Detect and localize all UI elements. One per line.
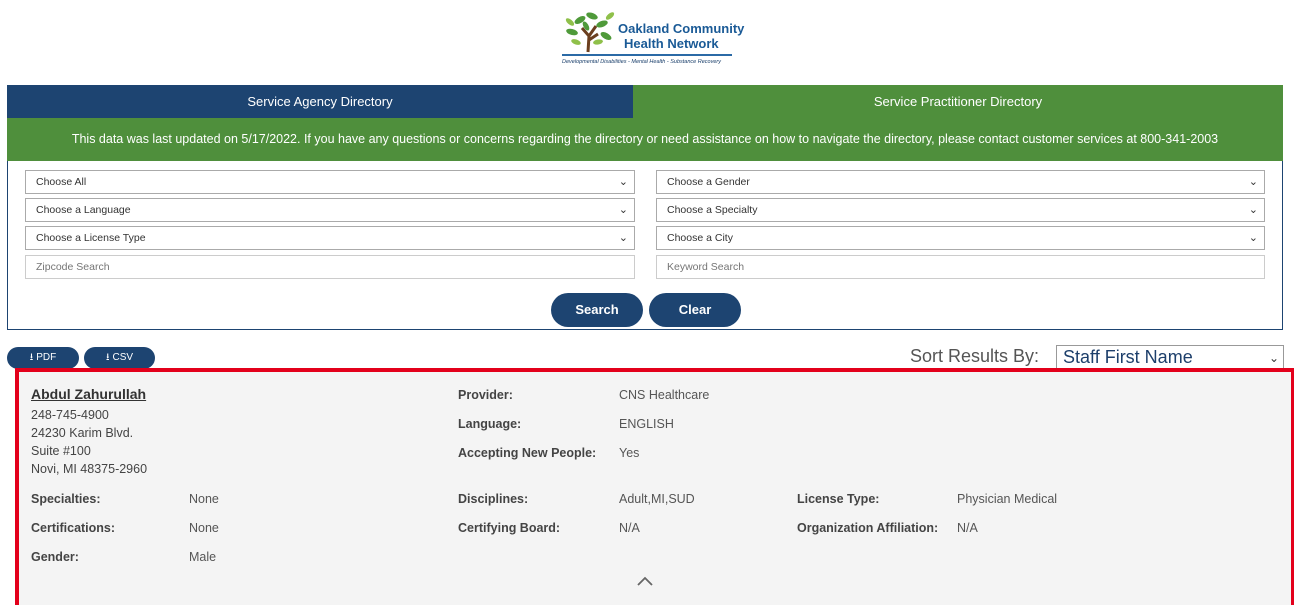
logo-divider — [562, 54, 732, 56]
chevron-down-icon: ⌄ — [618, 204, 628, 216]
gender-label: Gender: — [31, 550, 79, 564]
pdf-download-button[interactable]: ⭳ PDF — [7, 347, 79, 369]
logo-org-name-line2: Health Network — [624, 36, 719, 51]
chevron-down-icon: ⌄ — [1248, 204, 1258, 216]
chevron-down-icon: ⌄ — [618, 176, 628, 188]
city-select-value: Choose a City — [667, 232, 733, 244]
specialties-value: None — [189, 492, 219, 506]
chevron-down-icon: ⌄ — [1248, 176, 1258, 188]
license-type-value: Physician Medical — [957, 492, 1058, 506]
logo-org-name-line1: Oakland Community — [618, 21, 745, 36]
license-type-select-value: Choose a License Type — [36, 232, 146, 244]
certifying-board-value: N/A — [619, 521, 640, 535]
gender-select-value: Choose a Gender — [667, 176, 750, 188]
practitioner-name-link[interactable]: Abdul Zahurullah — [31, 386, 146, 402]
clear-button[interactable]: Clear — [649, 293, 741, 327]
disciplines-label: Disciplines: — [458, 492, 529, 506]
practitioner-phone: 248-745-4900 — [31, 408, 109, 422]
practitioner-address-line3: Novi, MI 48375-2960 — [31, 462, 148, 476]
language-select[interactable]: Choose a Language ⌄ — [25, 198, 635, 222]
tab-service-practitioner-directory[interactable]: Service Practitioner Directory — [633, 85, 1283, 118]
tab-service-agency-directory[interactable]: Service Agency Directory — [7, 85, 633, 118]
specialty-select-value: Choose a Specialty — [667, 204, 758, 216]
language-value: ENGLISH — [619, 417, 674, 431]
chevron-down-icon: ⌄ — [1248, 232, 1258, 244]
csv-label: CSV — [112, 352, 134, 363]
practitioner-result-card — [19, 372, 1291, 605]
practitioner-address-line2: Suite #100 — [31, 444, 91, 458]
accepting-label: Accepting New People: — [458, 446, 597, 460]
organization-affiliation-label: Organization Affiliation: — [797, 521, 939, 535]
download-icon: ⭳ — [29, 352, 34, 363]
provider-value: CNS Healthcare — [619, 388, 710, 402]
choose-all-select-value: Choose All — [36, 176, 87, 188]
choose-all-select[interactable]: Choose All ⌄ — [25, 170, 635, 194]
disciplines-value: Adult,MI,SUD — [619, 492, 695, 506]
specialty-select[interactable]: Choose a Specialty ⌄ — [656, 198, 1265, 222]
chevron-up-icon[interactable] — [636, 572, 654, 590]
chevron-down-icon: ⌄ — [1268, 351, 1279, 365]
accepting-value: Yes — [619, 446, 640, 460]
provider-label: Provider: — [458, 388, 513, 402]
certifying-board-label: Certifying Board: — [458, 521, 561, 535]
keyword-search-input[interactable] — [656, 255, 1265, 279]
search-button[interactable]: Search — [551, 293, 643, 327]
organization-affiliation-value: N/A — [957, 521, 978, 535]
directory-tabs: Service Agency Directory Service Practit… — [7, 85, 1283, 118]
gender-select[interactable]: Choose a Gender ⌄ — [656, 170, 1265, 194]
practitioner-address-line1: 24230 Karim Blvd. — [31, 426, 134, 440]
certifications-label: Certifications: — [31, 521, 116, 535]
logo: Oakland Community Health Network Develop… — [562, 10, 744, 70]
license-type-select[interactable]: Choose a License Type ⌄ — [25, 226, 635, 250]
specialties-label: Specialties: — [31, 492, 101, 506]
csv-download-button[interactable]: ⭳ CSV — [84, 347, 155, 369]
city-select[interactable]: Choose a City ⌄ — [656, 226, 1265, 250]
sort-select[interactable]: Staff First Name ⌄ — [1056, 345, 1284, 369]
sort-label: Sort Results By: — [910, 346, 1040, 366]
zipcode-search-input[interactable] — [25, 255, 635, 279]
language-label: Language: — [458, 417, 522, 431]
tree-logo-icon — [565, 12, 615, 53]
chevron-down-icon: ⌄ — [618, 232, 628, 244]
last-updated-notice: This data was last updated on 5/17/2022.… — [7, 118, 1283, 161]
sort-select-value: Staff First Name — [1063, 347, 1193, 367]
pdf-label: PDF — [36, 352, 57, 363]
certifications-value: None — [189, 521, 219, 535]
language-select-value: Choose a Language — [36, 204, 131, 216]
gender-value: Male — [189, 550, 217, 564]
download-icon: ⭳ — [105, 352, 110, 363]
license-type-label: License Type: — [797, 492, 880, 506]
logo-tagline: Developmental Disabilities - Mental Heal… — [562, 59, 721, 65]
